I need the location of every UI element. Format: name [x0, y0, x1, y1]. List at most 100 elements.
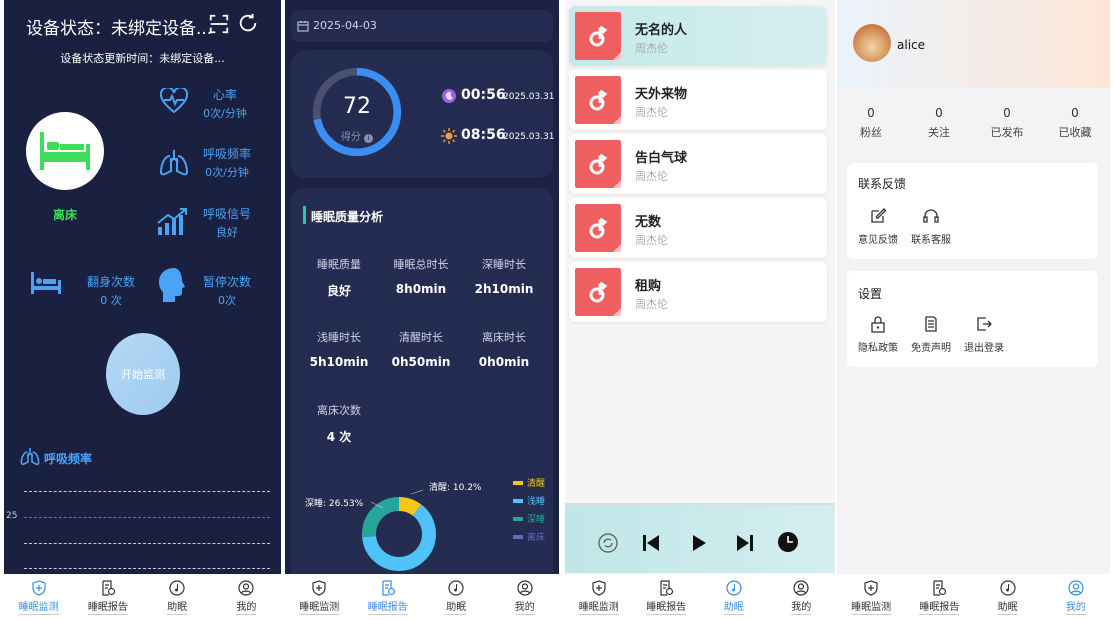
count-published[interactable]: 0 已发布	[973, 106, 1041, 140]
shield-plus-icon	[864, 580, 878, 596]
score-label: 得分 i	[309, 128, 405, 143]
score-value: 72	[343, 94, 371, 119]
grid-line	[24, 491, 270, 492]
stat-key: 睡眠总时长	[393, 258, 449, 271]
tab-mine[interactable]: 我的	[491, 574, 560, 620]
song-name: 告白气球	[635, 151, 688, 166]
profile-screen: alice 0 粉丝 0 关注 0 已发布 0 已收藏 联系反馈 意见反馈 联系客服 设…	[837, 0, 1110, 620]
play-icon[interactable]	[689, 533, 709, 553]
stat-key: 离床次数	[317, 404, 361, 417]
headset-icon	[923, 209, 939, 223]
date-picker[interactable]: 2025-04-03	[291, 10, 553, 42]
tab-mine[interactable]: 我的	[212, 574, 281, 620]
resp-rate-value: 0次/分钟	[205, 166, 249, 179]
tab-label: 睡眠监测	[18, 598, 59, 615]
document-icon	[925, 316, 937, 332]
count-favorites[interactable]: 0 已收藏	[1041, 106, 1109, 140]
music-note-icon	[589, 217, 608, 239]
tab-sleep-aid[interactable]: 助眠	[700, 574, 768, 620]
legend-swatch	[513, 481, 523, 485]
sleep-time: 00:56	[461, 87, 506, 103]
stat-item: 睡眠总时长 8h0min	[376, 256, 466, 296]
stat-value: 2h10min	[474, 282, 534, 296]
tab-sleep-report[interactable]: 睡眠报告	[633, 574, 701, 620]
count-value: 0	[867, 106, 875, 120]
tab-sleep-monitor[interactable]: 睡眠监测	[285, 574, 354, 620]
settings-title: 设置	[858, 287, 883, 301]
lungs-icon	[159, 150, 189, 176]
score-card: 72 得分 i 00:56 2025.03.31 08:56 2025.03.3…	[291, 50, 555, 178]
tab-sleep-aid[interactable]: 助眠	[143, 574, 212, 620]
song-cover	[575, 12, 621, 60]
tab-sleep-report[interactable]: 睡眠报告	[73, 574, 142, 620]
song-artist: 周杰伦	[635, 170, 668, 183]
tab-mine[interactable]: 我的	[1042, 574, 1110, 620]
info-icon[interactable]: i	[364, 134, 374, 143]
heart-rate-value: 0次/分钟	[203, 107, 247, 120]
next-icon[interactable]	[735, 533, 755, 553]
tab-sleep-monitor[interactable]: 睡眠监测	[565, 574, 633, 620]
lungs-small-icon	[20, 448, 40, 466]
song-item[interactable]: 告白气球 周杰伦	[569, 134, 827, 194]
stat-item: 离床次数 4 次	[294, 402, 384, 445]
turn-count-value: 0 次	[100, 294, 122, 307]
song-item[interactable]: 无数 周杰伦	[569, 198, 827, 258]
song-item[interactable]: 天外来物 周杰伦	[569, 70, 827, 130]
stat-key: 深睡时长	[482, 258, 526, 271]
bed-icon	[40, 132, 90, 170]
previous-icon[interactable]	[641, 533, 661, 553]
sleep-aid-screen: 无名的人 周杰伦 天外来物 周杰伦 告白气球 周杰伦 无数 周杰伦 租购 周杰伦 睡眠监测 睡眠报…	[565, 0, 835, 620]
head-profile-icon	[159, 268, 185, 302]
turn-over-icon	[31, 272, 61, 294]
tab-label: 睡眠监测	[299, 598, 340, 615]
stat-key: 浅睡时长	[317, 331, 361, 344]
tab-label: 睡眠报告	[646, 598, 687, 615]
status-update-time: 设备状态更新时间：未绑定设备...	[60, 52, 225, 65]
start-monitor-button[interactable]: 开始监测	[106, 333, 180, 415]
signal-chart-icon	[157, 208, 187, 235]
stat-value: 4 次	[326, 430, 352, 444]
song-item[interactable]: 租购 周杰伦	[569, 262, 827, 322]
count-fans[interactable]: 0 粉丝	[837, 106, 905, 140]
wake-time: 08:56	[461, 127, 506, 143]
song-name: 无名的人	[635, 23, 688, 38]
slice-label: 清醒: 10.2%	[429, 481, 482, 493]
repeat-icon[interactable]	[597, 532, 619, 554]
privacy-option[interactable]: 隐私政策	[850, 315, 906, 354]
resp-rate-label: 呼吸频率	[202, 147, 251, 161]
section-title: 睡眠质量分析	[311, 210, 384, 224]
tab-sleep-report[interactable]: 睡眠报告	[354, 574, 423, 620]
music-note-icon	[448, 580, 464, 596]
option-label: 隐私政策	[858, 343, 898, 354]
tab-sleep-monitor[interactable]: 睡眠监测	[837, 574, 905, 620]
option-label: 联系客服	[911, 235, 951, 246]
timer-clock-icon[interactable]	[777, 531, 799, 553]
avatar[interactable]	[853, 24, 891, 62]
tab-sleep-report[interactable]: 睡眠报告	[905, 574, 973, 620]
tab-sleep-aid[interactable]: 助眠	[974, 574, 1042, 620]
tab-label: 睡眠监测	[851, 598, 892, 615]
stat-value: 5h10min	[309, 355, 369, 369]
tab-sleep-aid[interactable]: 助眠	[422, 574, 491, 620]
bed-status-circle	[26, 112, 104, 190]
count-following[interactable]: 0 关注	[905, 106, 973, 140]
song-cover	[575, 140, 621, 188]
customer-service-option[interactable]: 联系客服	[903, 207, 959, 246]
report-icon	[933, 580, 947, 596]
stat-value: 8h0min	[395, 282, 447, 296]
song-item[interactable]: 无名的人 周杰伦	[569, 6, 827, 66]
disclaimer-option[interactable]: 免责声明	[903, 315, 959, 354]
pause-count-value: 0次	[218, 294, 236, 307]
shield-plus-icon	[592, 580, 606, 596]
user-icon	[517, 580, 533, 596]
tab-bar: 睡眠监测 睡眠报告 助眠 我的	[285, 574, 559, 620]
edit-icon	[871, 208, 887, 223]
shield-plus-icon	[32, 580, 46, 596]
logout-option[interactable]: 退出登录	[956, 315, 1012, 354]
feedback-option[interactable]: 意见反馈	[850, 207, 906, 246]
refresh-icon[interactable]	[237, 12, 259, 34]
scan-icon[interactable]	[208, 13, 230, 35]
tab-mine[interactable]: 我的	[768, 574, 836, 620]
music-note-icon	[1000, 580, 1016, 596]
tab-sleep-monitor[interactable]: 睡眠监测	[4, 574, 73, 620]
